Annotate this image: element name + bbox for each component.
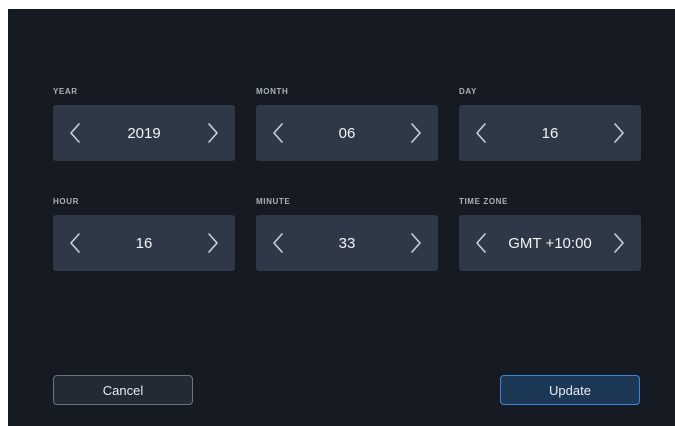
hour-stepper: 16 (53, 215, 235, 271)
chevron-right-icon (411, 233, 421, 253)
day-decrement-button[interactable] (461, 105, 501, 161)
month-increment-button[interactable] (396, 105, 436, 161)
minute-decrement-button[interactable] (258, 215, 298, 271)
chevron-left-icon (273, 123, 283, 143)
chevron-left-icon (476, 233, 486, 253)
year-increment-button[interactable] (193, 105, 233, 161)
chevron-right-icon (614, 233, 624, 253)
timezone-stepper: GMT +10:00 (459, 215, 641, 271)
chevron-right-icon (411, 123, 421, 143)
chevron-right-icon (208, 233, 218, 253)
hour-value: 16 (135, 234, 153, 252)
timezone-increment-button[interactable] (599, 215, 639, 271)
minute-stepper: 33 (256, 215, 438, 271)
year-label: YEAR (53, 87, 78, 96)
chevron-left-icon (70, 123, 80, 143)
hour-decrement-button[interactable] (55, 215, 95, 271)
timezone-label: TIME ZONE (459, 197, 508, 206)
hour-label: HOUR (53, 197, 79, 206)
month-decrement-button[interactable] (258, 105, 298, 161)
hour-increment-button[interactable] (193, 215, 233, 271)
chevron-right-icon (614, 123, 624, 143)
timezone-value: GMT +10:00 (508, 234, 592, 252)
minute-value: 33 (338, 234, 356, 252)
year-stepper: 2019 (53, 105, 235, 161)
month-stepper: 06 (256, 105, 438, 161)
chevron-right-icon (208, 123, 218, 143)
date-time-panel: YEAR 2019 MONTH 06 DAY 16 HOUR 16 MINUTE… (8, 9, 675, 426)
cancel-button[interactable]: Cancel (53, 375, 193, 405)
minute-increment-button[interactable] (396, 215, 436, 271)
minute-label: MINUTE (256, 197, 291, 206)
year-decrement-button[interactable] (55, 105, 95, 161)
chevron-left-icon (70, 233, 80, 253)
chevron-left-icon (273, 233, 283, 253)
chevron-left-icon (476, 123, 486, 143)
day-increment-button[interactable] (599, 105, 639, 161)
timezone-decrement-button[interactable] (461, 215, 501, 271)
update-button[interactable]: Update (500, 375, 640, 405)
day-label: DAY (459, 87, 477, 96)
day-value: 16 (541, 124, 559, 142)
month-label: MONTH (256, 87, 289, 96)
month-value: 06 (338, 124, 356, 142)
day-stepper: 16 (459, 105, 641, 161)
year-value: 2019 (127, 124, 161, 142)
